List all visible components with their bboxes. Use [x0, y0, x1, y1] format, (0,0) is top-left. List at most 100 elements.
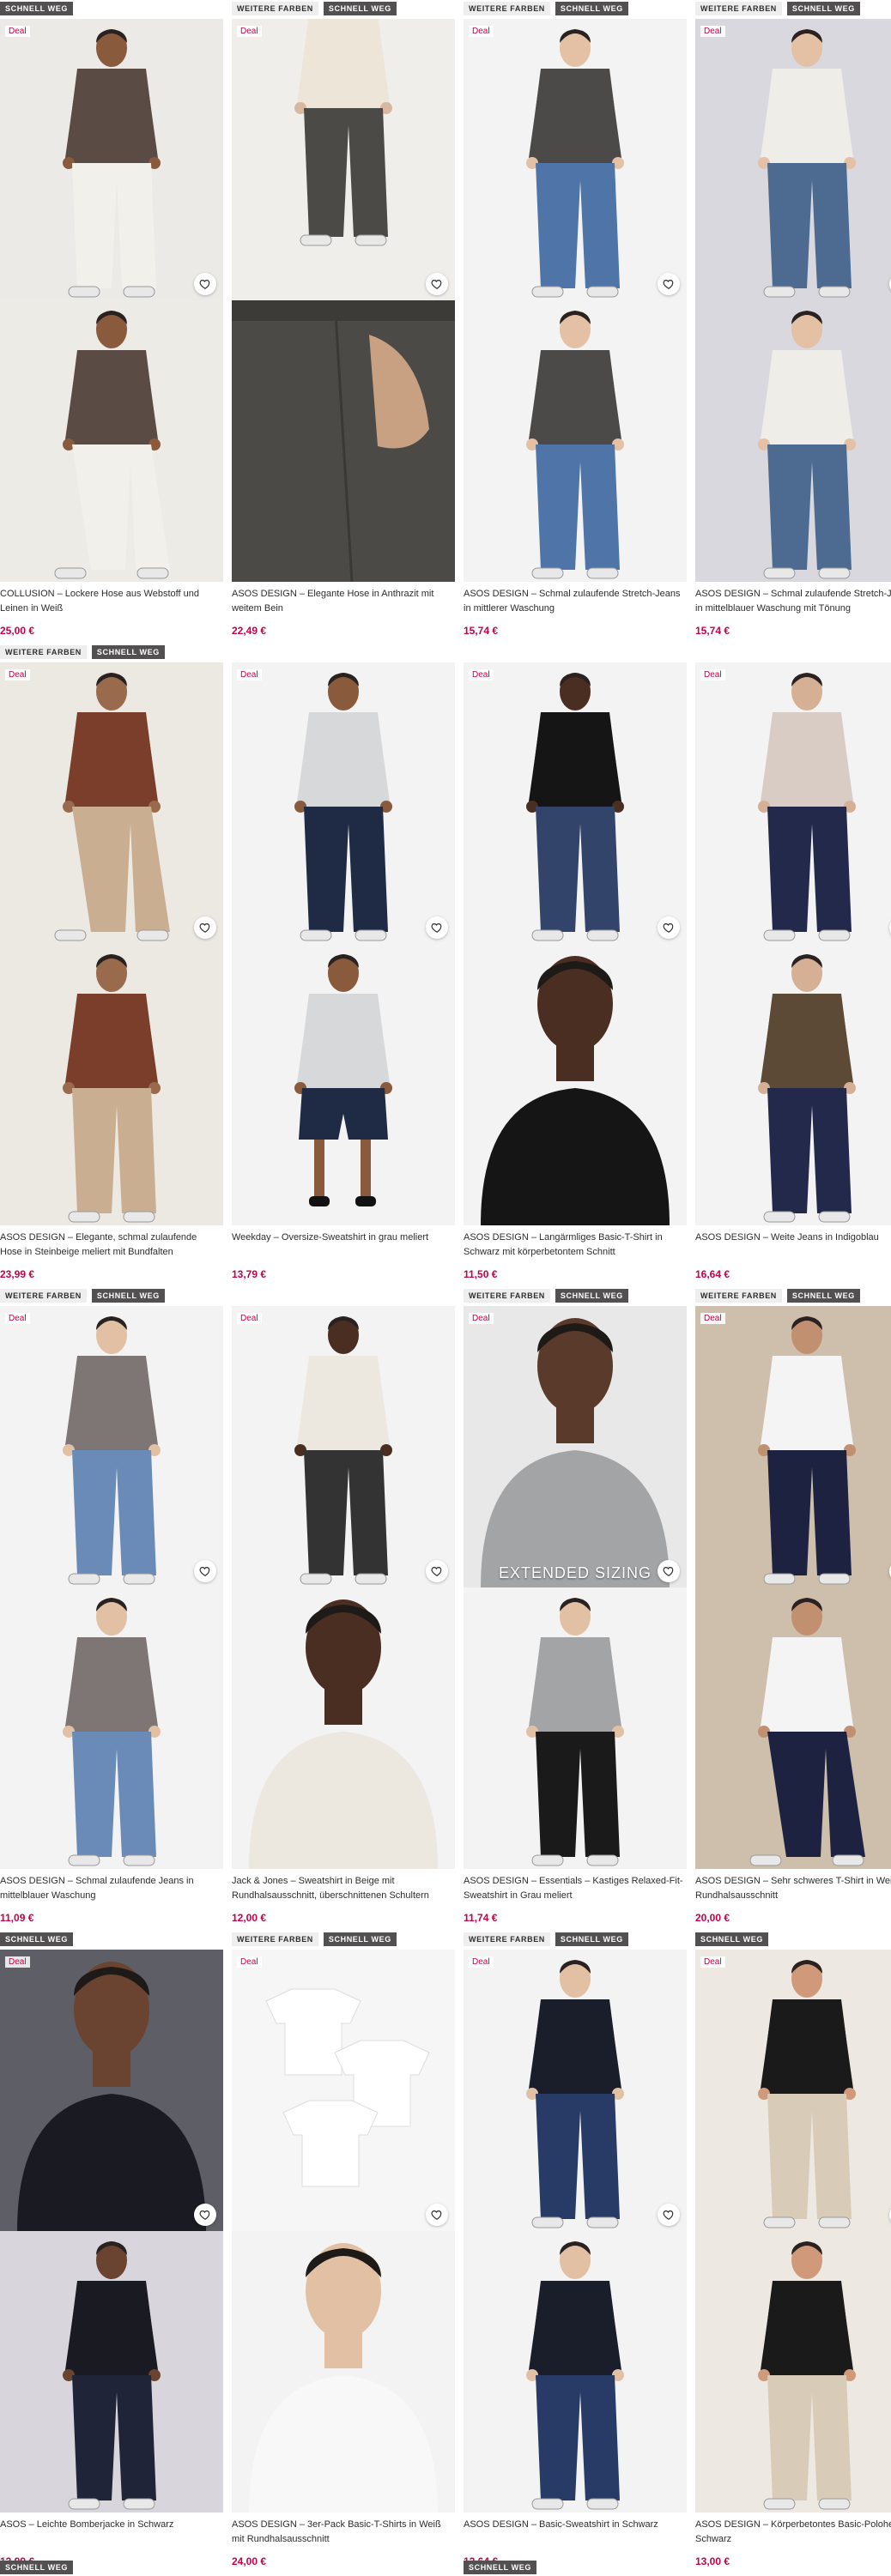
product-image-alt[interactable]: [695, 2231, 891, 2513]
product-photo: [0, 300, 223, 582]
save-for-later-button[interactable]: [658, 273, 680, 295]
product-card[interactable]: WEITERE FARBEN SCHNELL WEG Deal ASOS DESIGN…: [464, 1932, 687, 2576]
product-image[interactable]: Deal: [0, 662, 223, 944]
product-card[interactable]: SCHNELL WEG Deal ASOS – Leichte Bomberjack…: [0, 1932, 223, 2576]
product-title[interactable]: ASOS DESIGN – Basic-Sweatshirt in Schwar…: [464, 2518, 685, 2547]
save-for-later-button[interactable]: [658, 1560, 680, 1582]
deal-badge: Deal: [469, 1313, 494, 1324]
product-title[interactable]: ASOS DESIGN – Elegante Hose in Anthrazit…: [232, 587, 453, 616]
selling-fast-badge: SCHNELL WEG: [786, 2, 860, 15]
product-image-alt[interactable]: [464, 1587, 687, 1869]
save-for-later-button[interactable]: [426, 916, 448, 939]
product-image[interactable]: Deal: [232, 1306, 455, 1587]
product-title[interactable]: ASOS DESIGN – Sehr schweres T-Shirt in W…: [695, 1874, 891, 1903]
product-image-alt[interactable]: [464, 2231, 687, 2513]
product-image-alt[interactable]: [0, 1587, 223, 1869]
product-image-alt[interactable]: [695, 300, 891, 582]
save-for-later-button[interactable]: [194, 916, 216, 939]
product-image-alt[interactable]: [232, 2231, 455, 2513]
product-image-alt[interactable]: [695, 944, 891, 1225]
product-image-alt[interactable]: [232, 944, 455, 1225]
product-tags: WEITERE FARBEN SCHNELL WEG: [464, 2, 628, 17]
save-for-later-button[interactable]: [426, 2204, 448, 2226]
product-card[interactable]: Deal Weekday – Oversize-Sweatshirt in gra…: [232, 645, 455, 1289]
selling-fast-badge: SCHNELL WEG: [0, 2, 73, 15]
more-colors-badge: WEITERE FARBEN: [0, 1289, 87, 1303]
product-image-alt[interactable]: [695, 1587, 891, 1869]
product-title[interactable]: ASOS DESIGN – Körperbetontes Basic-Poloh…: [695, 2518, 891, 2547]
product-title[interactable]: ASOS DESIGN – Essentials – Kastiges Rela…: [464, 1874, 685, 1903]
product-card[interactable]: WEITERE FARBEN SCHNELL WEG Deal ASOS DESIGN…: [232, 1932, 455, 2576]
product-card[interactable]: WEITERE FARBEN SCHNELL WEG Deal ASOS DESIGN…: [232, 2, 455, 645]
product-title[interactable]: ASOS DESIGN – Schmal zulaufende Stretch-…: [695, 587, 891, 616]
selling-fast-badge: SCHNELL WEG: [91, 645, 165, 659]
product-image[interactable]: Deal: [695, 1950, 891, 2231]
product-card[interactable]: WEITERE FARBEN SCHNELL WEG Deal ASOS DESIGN…: [464, 2, 687, 645]
product-photo: [695, 1306, 891, 1587]
save-for-later-button[interactable]: [426, 1560, 448, 1582]
save-for-later-button[interactable]: [194, 2204, 216, 2226]
product-image-alt[interactable]: [232, 300, 455, 582]
product-title[interactable]: COLLUSION – Lockere Hose aus Webstoff un…: [0, 587, 221, 616]
product-image[interactable]: Deal: [232, 662, 455, 944]
product-image[interactable]: Deal: [0, 1306, 223, 1587]
product-card[interactable]: WEITERE FARBEN SCHNELL WEG Deal ASOS DESIGN…: [695, 2, 891, 645]
product-image[interactable]: Deal: [464, 19, 687, 300]
selling-fast-badge: SCHNELL WEG: [91, 1289, 165, 1303]
product-image[interactable]: Deal: [232, 1950, 455, 2231]
save-for-later-button[interactable]: [194, 273, 216, 295]
product-image-alt[interactable]: [0, 2231, 223, 2513]
product-title[interactable]: ASOS DESIGN – Weite Jeans in Indigoblau: [695, 1231, 891, 1260]
product-card[interactable]: Deal ASOS DESIGN – Weite Jeans in Indigob…: [695, 645, 891, 1289]
deal-badge: Deal: [469, 26, 494, 37]
product-title[interactable]: ASOS – Leichte Bomberjacke in Schwarz: [0, 2518, 221, 2547]
product-image-alt[interactable]: [464, 300, 687, 582]
product-card[interactable]: Deal ASOS DESIGN – Langärmliges Basic-T-S…: [464, 645, 687, 1289]
product-title[interactable]: ASOS DESIGN – Langärmliges Basic-T-Shirt…: [464, 1231, 685, 1260]
product-price: 11,74 €: [464, 1912, 498, 1924]
product-image[interactable]: Deal EXTENDED SIZING: [464, 1306, 687, 1587]
product-photo: [232, 944, 455, 1225]
product-card[interactable]: SCHNELL WEG Deal COLLUSION – Lockere Hose …: [0, 2, 223, 645]
product-image[interactable]: Deal: [695, 19, 891, 300]
more-colors-badge: WEITERE FARBEN: [695, 2, 782, 15]
product-image[interactable]: Deal: [232, 19, 455, 300]
product-tags: WEITERE FARBEN SCHNELL WEG: [464, 1289, 628, 1304]
product-image[interactable]: Deal: [0, 1950, 223, 2231]
product-image-alt[interactable]: [0, 300, 223, 582]
heart-icon: [199, 2210, 210, 2220]
heart-icon: [663, 2210, 674, 2220]
product-title[interactable]: Jack & Jones – Sweatshirt in Beige mit R…: [232, 1874, 453, 1903]
product-image[interactable]: Deal: [695, 1306, 891, 1587]
product-image-alt[interactable]: [0, 944, 223, 1225]
product-card[interactable]: SCHNELL WEG Deal ASOS DESIGN – Körperbeton…: [695, 1932, 891, 2576]
product-image[interactable]: Deal: [0, 19, 223, 300]
save-for-later-button[interactable]: [658, 916, 680, 939]
save-for-later-button[interactable]: [658, 2204, 680, 2226]
product-price: 13,00 €: [695, 2555, 730, 2567]
product-photo: [0, 1306, 223, 1587]
product-card[interactable]: Deal Jack & Jones – Sweatshirt in Beige m…: [232, 1289, 455, 1932]
product-card[interactable]: WEITERE FARBEN SCHNELL WEG Deal ASOS DESIGN…: [0, 1289, 223, 1932]
product-tags: SCHNELL WEG: [464, 2561, 536, 2576]
selling-fast-badge: SCHNELL WEG: [323, 2, 397, 15]
product-image[interactable]: Deal: [464, 1950, 687, 2231]
product-card[interactable]: WEITERE FARBEN SCHNELL WEG Deal ASOS DESIGN…: [0, 645, 223, 1289]
product-image-alt[interactable]: [464, 944, 687, 1225]
product-photo: [0, 19, 223, 300]
product-title[interactable]: ASOS DESIGN – Schmal zulaufende Jeans in…: [0, 1874, 221, 1903]
heart-icon: [199, 280, 210, 289]
save-for-later-button[interactable]: [194, 1560, 216, 1582]
product-card[interactable]: WEITERE FARBEN SCHNELL WEG Deal EXTENDED SI…: [464, 1289, 687, 1932]
save-for-later-button[interactable]: [426, 273, 448, 295]
product-title[interactable]: ASOS DESIGN – Elegante, schmal zulaufend…: [0, 1231, 221, 1260]
product-image[interactable]: Deal: [695, 662, 891, 944]
heart-icon: [199, 1567, 210, 1576]
product-title[interactable]: Weekday – Oversize-Sweatshirt in grau me…: [232, 1231, 453, 1260]
product-image-alt[interactable]: [232, 1587, 455, 1869]
product-photo: [695, 2231, 891, 2513]
product-title[interactable]: ASOS DESIGN – 3er-Pack Basic-T-Shirts in…: [232, 2518, 453, 2547]
product-card[interactable]: WEITERE FARBEN SCHNELL WEG Deal ASOS DESIGN…: [695, 1289, 891, 1932]
product-title[interactable]: ASOS DESIGN – Schmal zulaufende Stretch-…: [464, 587, 685, 616]
product-image[interactable]: Deal: [464, 662, 687, 944]
